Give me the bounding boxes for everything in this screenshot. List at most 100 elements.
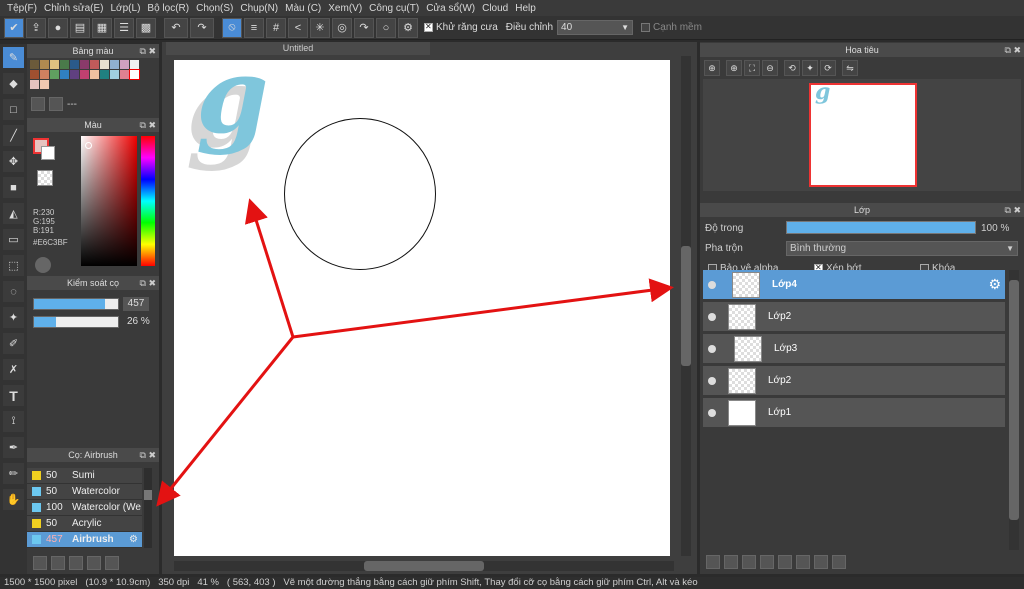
rotate-right-icon[interactable]: ⟳ (820, 60, 836, 76)
eye-icon[interactable] (708, 344, 716, 353)
menu-capture[interactable]: Chụp(N) (240, 3, 278, 14)
eye-icon[interactable] (708, 280, 716, 289)
chat-icon[interactable]: ● (48, 17, 68, 38)
brush-item-selected[interactable]: 457 Airbrush ⚙ (27, 532, 142, 548)
new-palette-icon[interactable] (31, 97, 45, 111)
smooth-checkbox[interactable] (641, 23, 651, 32)
reset-rotation-icon[interactable]: ✦ (802, 60, 818, 76)
palette-swatches[interactable] (27, 58, 159, 94)
gear-icon[interactable]: ⚙ (988, 276, 1001, 293)
rectangle-tool-icon[interactable]: □ (3, 99, 24, 120)
flip-icon[interactable]: ⇋ (842, 60, 858, 76)
cloud-brush-icon[interactable] (33, 556, 47, 570)
brush-copy-icon[interactable] (87, 556, 101, 570)
layer-row[interactable]: Lớp2 (703, 302, 1005, 332)
duplicate-layer-icon[interactable] (796, 555, 810, 569)
rotate-left-icon[interactable]: ⟲ (784, 60, 800, 76)
eye-icon[interactable] (708, 408, 716, 417)
snap-off-icon[interactable]: ⦸ (222, 17, 242, 38)
new-halftone-layer-icon[interactable] (724, 555, 738, 569)
canvas[interactable]: g g (174, 60, 670, 556)
canvas-tab[interactable]: Untitled (166, 42, 430, 55)
layer-row[interactable]: Lớp3 (703, 334, 1005, 364)
canvas-horizontal-scrollbar[interactable] (174, 561, 674, 571)
menu-layer[interactable]: Lớp(L) (111, 3, 141, 14)
select-eraser-icon[interactable]: ✗ (3, 359, 24, 380)
brush-size-value[interactable]: 457 (123, 297, 149, 311)
menu-filter[interactable]: Bộ lọc(R) (147, 3, 189, 14)
brush-item[interactable]: 100 Watercolor (We (27, 500, 142, 516)
antialias-checkbox[interactable] (424, 22, 433, 32)
panel-float-close-icon[interactable]: ⧉ ✖ (1005, 43, 1021, 57)
trash-icon[interactable] (49, 97, 63, 111)
select-pen-icon[interactable]: ✐ (3, 333, 24, 354)
radial-icon[interactable]: ✳ (310, 17, 330, 38)
concentric-icon[interactable]: ◎ (332, 17, 352, 38)
fill-rect-tool-icon[interactable]: ■ (3, 177, 24, 198)
divide-tool-icon[interactable]: ⟟ (3, 411, 24, 432)
navigator-preview[interactable]: g (703, 79, 1021, 191)
adjust-select[interactable]: 40 ▼ (557, 20, 634, 35)
select-tool-icon[interactable]: ⬚ (3, 255, 24, 276)
brush-item[interactable]: 50 Watercolor (27, 484, 142, 500)
folder-icon[interactable] (105, 556, 119, 570)
zoom-in-alt-icon[interactable]: ⊕ (726, 60, 742, 76)
eyedropper-icon[interactable]: ✒ (3, 437, 24, 458)
new-1bit-layer-icon[interactable] (742, 555, 756, 569)
layer-row[interactable]: Lớp1 (703, 398, 1005, 428)
zoom-in-icon[interactable]: ⊕ (704, 60, 720, 76)
brush-list-scrollbar[interactable] (144, 468, 152, 548)
grid-icon[interactable]: ▩ (136, 17, 156, 38)
canvas-vertical-scrollbar[interactable] (681, 56, 691, 556)
brush-settings-icon[interactable] (69, 556, 83, 570)
menu-select[interactable]: Chọn(S) (196, 3, 233, 14)
grid-snap-icon[interactable]: # (266, 17, 286, 38)
eye-icon[interactable] (708, 376, 716, 385)
brush-item[interactable]: 50 Sumi (27, 468, 142, 484)
smooth-option[interactable]: Cạnh mềm (641, 22, 702, 33)
antialias-option[interactable]: Khử răng cưa (424, 22, 498, 33)
panel-float-close-icon[interactable]: ⧉ ✖ (140, 44, 156, 58)
panel-float-close-icon[interactable]: ⧉ ✖ (1005, 203, 1021, 217)
save-icon[interactable]: ✔ (4, 17, 24, 38)
gear-icon[interactable]: ⚙ (129, 534, 138, 545)
menu-cloud[interactable]: Cloud (482, 3, 508, 14)
transparent-color-swatch[interactable] (37, 170, 53, 186)
hand-tool-icon[interactable]: ✋ (3, 489, 24, 510)
layer-row[interactable]: Lớp2 (703, 366, 1005, 396)
eye-icon[interactable] (708, 312, 716, 321)
layer-row-selected[interactable]: Lớp4 ⚙ (703, 270, 1005, 300)
hue-slider[interactable] (141, 136, 155, 266)
layer-list-scrollbar[interactable] (1009, 270, 1019, 550)
line-tool-icon[interactable]: ╱ (3, 125, 24, 146)
blend-mode-select[interactable]: Bình thường ▼ (786, 241, 1018, 256)
menu-file[interactable]: Tệp(F) (7, 3, 37, 14)
gradient-tool-icon[interactable]: ▭ (3, 229, 24, 250)
merge-down-icon[interactable] (814, 555, 828, 569)
brush-size-slider[interactable] (33, 298, 119, 310)
list-icon[interactable]: ☰ (114, 17, 134, 38)
pen-tool-icon[interactable]: ✏ (3, 463, 24, 484)
undo-icon[interactable]: ↶ (164, 17, 188, 38)
folder-icon[interactable] (778, 555, 792, 569)
menu-color[interactable]: Màu (C) (285, 3, 321, 14)
text-tool-icon[interactable]: T (3, 385, 24, 406)
menu-window[interactable]: Cửa sổ(W) (426, 3, 475, 14)
import-icon[interactable] (760, 555, 774, 569)
curve-icon[interactable]: ↷ (354, 17, 374, 38)
new-brush-icon[interactable] (51, 556, 65, 570)
bucket-tool-icon[interactable]: ◭ (3, 203, 24, 224)
circle-snap-icon[interactable]: ○ (376, 17, 396, 38)
redo-icon[interactable]: ↷ (190, 17, 214, 38)
menu-help[interactable]: Help (515, 3, 536, 14)
brush-tool-icon[interactable]: ✎ (3, 47, 24, 68)
move-tool-icon[interactable]: ✥ (3, 151, 24, 172)
panel-float-close-icon[interactable]: ⧉ ✖ (140, 448, 156, 462)
panel-float-close-icon[interactable]: ⧉ ✖ (140, 118, 156, 132)
settings-icon[interactable]: ⚙ (398, 17, 418, 38)
background-color-swatch[interactable] (41, 146, 55, 160)
color-wheel-icon[interactable] (35, 257, 51, 273)
brush-item[interactable]: 50 Acrylic (27, 516, 142, 532)
fit-icon[interactable]: ⛶ (744, 60, 760, 76)
layer-opacity-slider[interactable] (786, 221, 976, 234)
